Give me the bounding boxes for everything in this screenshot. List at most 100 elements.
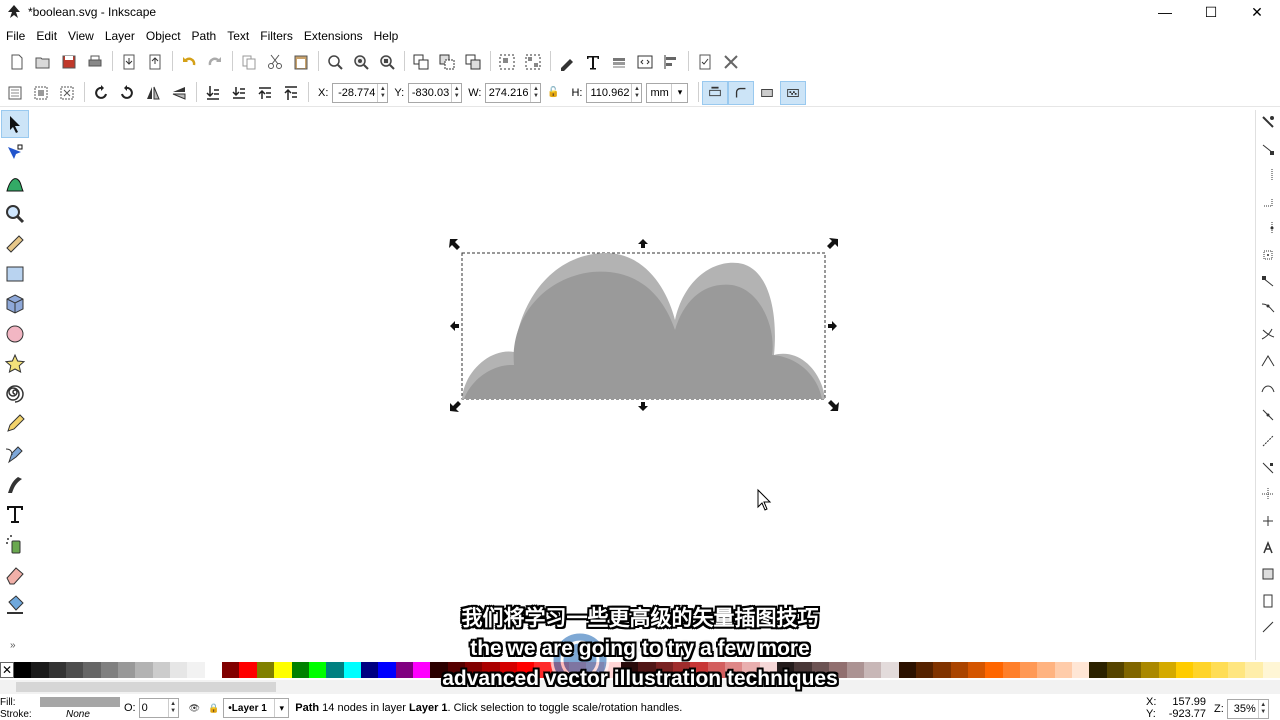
eye-icon[interactable]: 👁: [189, 703, 200, 714]
handle-mid-right[interactable]: [828, 321, 837, 331]
star-icon[interactable]: [1, 350, 29, 378]
preferences-icon[interactable]: [718, 50, 744, 74]
new-document-icon[interactable]: [4, 50, 30, 74]
snap-rotation-center-icon[interactable]: [1256, 456, 1280, 480]
snap-guides-icon[interactable]: [1256, 562, 1280, 586]
ungroup-icon[interactable]: [520, 50, 546, 74]
handle-top-left[interactable]: [449, 239, 460, 250]
open-icon[interactable]: [30, 50, 56, 74]
rotate-ccw-icon[interactable]: [88, 81, 114, 105]
eraser-icon[interactable]: [1, 560, 29, 588]
clone-icon[interactable]: [434, 50, 460, 74]
drawing-canvas[interactable]: [32, 110, 1252, 660]
redo-icon[interactable]: [202, 50, 228, 74]
opacity-spin-arrows[interactable]: ▲ ▼: [167, 699, 178, 717]
x-value[interactable]: -28.774: [333, 87, 377, 99]
fill-stroke-icon[interactable]: [554, 50, 580, 74]
menu-path[interactable]: Path: [186, 26, 222, 46]
h-spin-arrows[interactable]: ▲ ▼: [631, 83, 641, 102]
snap-toggle-icon[interactable]: [1256, 110, 1280, 134]
snap-bbox-icon[interactable]: [1256, 137, 1280, 161]
menu-extensions[interactable]: Extensions: [298, 26, 368, 46]
selector-icon[interactable]: [1, 110, 29, 138]
chevron-down-icon[interactable]: ▾: [671, 83, 687, 102]
snap-bbox-centers-icon[interactable]: [1256, 243, 1280, 267]
h-value[interactable]: 110.962: [587, 87, 631, 99]
paste-icon[interactable]: [288, 50, 314, 74]
xml-editor-icon[interactable]: [632, 50, 658, 74]
handle-bottom-right[interactable]: [828, 400, 839, 411]
text-icon[interactable]: [1, 500, 29, 528]
import-icon[interactable]: [116, 50, 142, 74]
pen-icon[interactable]: [1, 440, 29, 468]
group-icon[interactable]: [494, 50, 520, 74]
menu-filters[interactable]: Filters: [254, 26, 298, 46]
opacity-value[interactable]: 0: [140, 702, 168, 714]
unlink-clone-icon[interactable]: [460, 50, 486, 74]
calligraphy-icon[interactable]: [1, 470, 29, 498]
duplicate-icon[interactable]: [408, 50, 434, 74]
snap-bbox-midpoints-icon[interactable]: [1256, 216, 1280, 240]
menu-text[interactable]: Text: [221, 26, 254, 46]
spray-icon[interactable]: [1, 530, 29, 558]
x-spin-arrows[interactable]: ▲ ▼: [377, 83, 387, 102]
snap-page-border-icon[interactable]: [1256, 509, 1280, 533]
layers-icon[interactable]: [606, 50, 632, 74]
select-all-icon[interactable]: [2, 81, 28, 105]
snap-smooth-nodes-icon[interactable]: [1256, 376, 1280, 400]
handle-bottom-left[interactable]: [450, 401, 461, 412]
transform-patterns-toggle[interactable]: [780, 80, 807, 105]
menu-object[interactable]: Object: [140, 26, 186, 46]
unit-select[interactable]: mm ▾: [646, 82, 689, 103]
select-all-layers-icon[interactable]: [28, 81, 54, 105]
zoom-selection-icon[interactable]: [322, 50, 348, 74]
fill-stroke-indicator[interactable]: Fill: Stroke: None: [0, 696, 120, 720]
stroke-value[interactable]: None: [66, 709, 90, 720]
zoom-field[interactable]: 35% ▲ ▼: [1226, 699, 1269, 719]
menu-edit[interactable]: Edit: [30, 26, 62, 46]
print-icon[interactable]: [82, 50, 108, 74]
zoom-icon[interactable]: [1, 200, 29, 228]
tweak-icon[interactable]: [1, 170, 29, 198]
deselect-icon[interactable]: [54, 81, 80, 105]
snap-text-baseline-icon[interactable]: [1256, 482, 1280, 506]
handle-mid-left[interactable]: [450, 321, 459, 331]
copy-icon[interactable]: [236, 50, 262, 74]
w-field[interactable]: 274.216 ▲ ▼: [485, 82, 542, 103]
snap-bbox-corners-icon[interactable]: [1256, 190, 1280, 214]
flip-horizontal-icon[interactable]: [140, 81, 166, 105]
cut-icon[interactable]: [262, 50, 288, 74]
x-field[interactable]: -28.774 ▲ ▼: [332, 82, 389, 103]
raise-icon[interactable]: [252, 81, 278, 105]
h-field[interactable]: 110.962 ▲ ▼: [586, 82, 643, 103]
lock-ratio-icon[interactable]: 🔓: [545, 87, 561, 98]
snap-nodes-icon[interactable]: [1256, 270, 1280, 294]
ellipse-icon[interactable]: [1, 320, 29, 348]
menu-layer[interactable]: Layer: [99, 26, 140, 46]
snap-cusp-nodes-icon[interactable]: [1256, 349, 1280, 373]
close-button[interactable]: ✕: [1234, 0, 1280, 24]
export-icon[interactable]: [142, 50, 168, 74]
rectangle-icon[interactable]: [1, 260, 29, 288]
chevron-down-icon[interactable]: ▾: [274, 699, 288, 717]
y-field[interactable]: -830.03 ▲ ▼: [408, 82, 463, 103]
zoom-drawing-icon[interactable]: [348, 50, 374, 74]
y-value[interactable]: -830.03: [409, 87, 451, 99]
3d-box-icon[interactable]: [1, 290, 29, 318]
menu-view[interactable]: View: [62, 26, 99, 46]
snap-grid-icon[interactable]: [1256, 536, 1280, 560]
menu-help[interactable]: Help: [368, 26, 404, 46]
scale-stroke-toggle[interactable]: [702, 80, 729, 105]
y-spin-arrows[interactable]: ▲ ▼: [451, 83, 461, 102]
handle-bottom-center[interactable]: [638, 402, 648, 411]
w-spin-arrows[interactable]: ▲ ▼: [530, 83, 540, 102]
align-distribute-icon[interactable]: [658, 50, 684, 74]
snap-midpoints-icon[interactable]: [1256, 403, 1280, 427]
w-value[interactable]: 274.216: [486, 87, 530, 99]
minimize-button[interactable]: —: [1142, 0, 1188, 24]
document-properties-icon[interactable]: [692, 50, 718, 74]
menu-file[interactable]: File: [0, 26, 30, 46]
flip-vertical-icon[interactable]: [166, 81, 192, 105]
fill-swatch[interactable]: [40, 697, 120, 707]
snap-object-centers-icon[interactable]: [1256, 429, 1280, 453]
